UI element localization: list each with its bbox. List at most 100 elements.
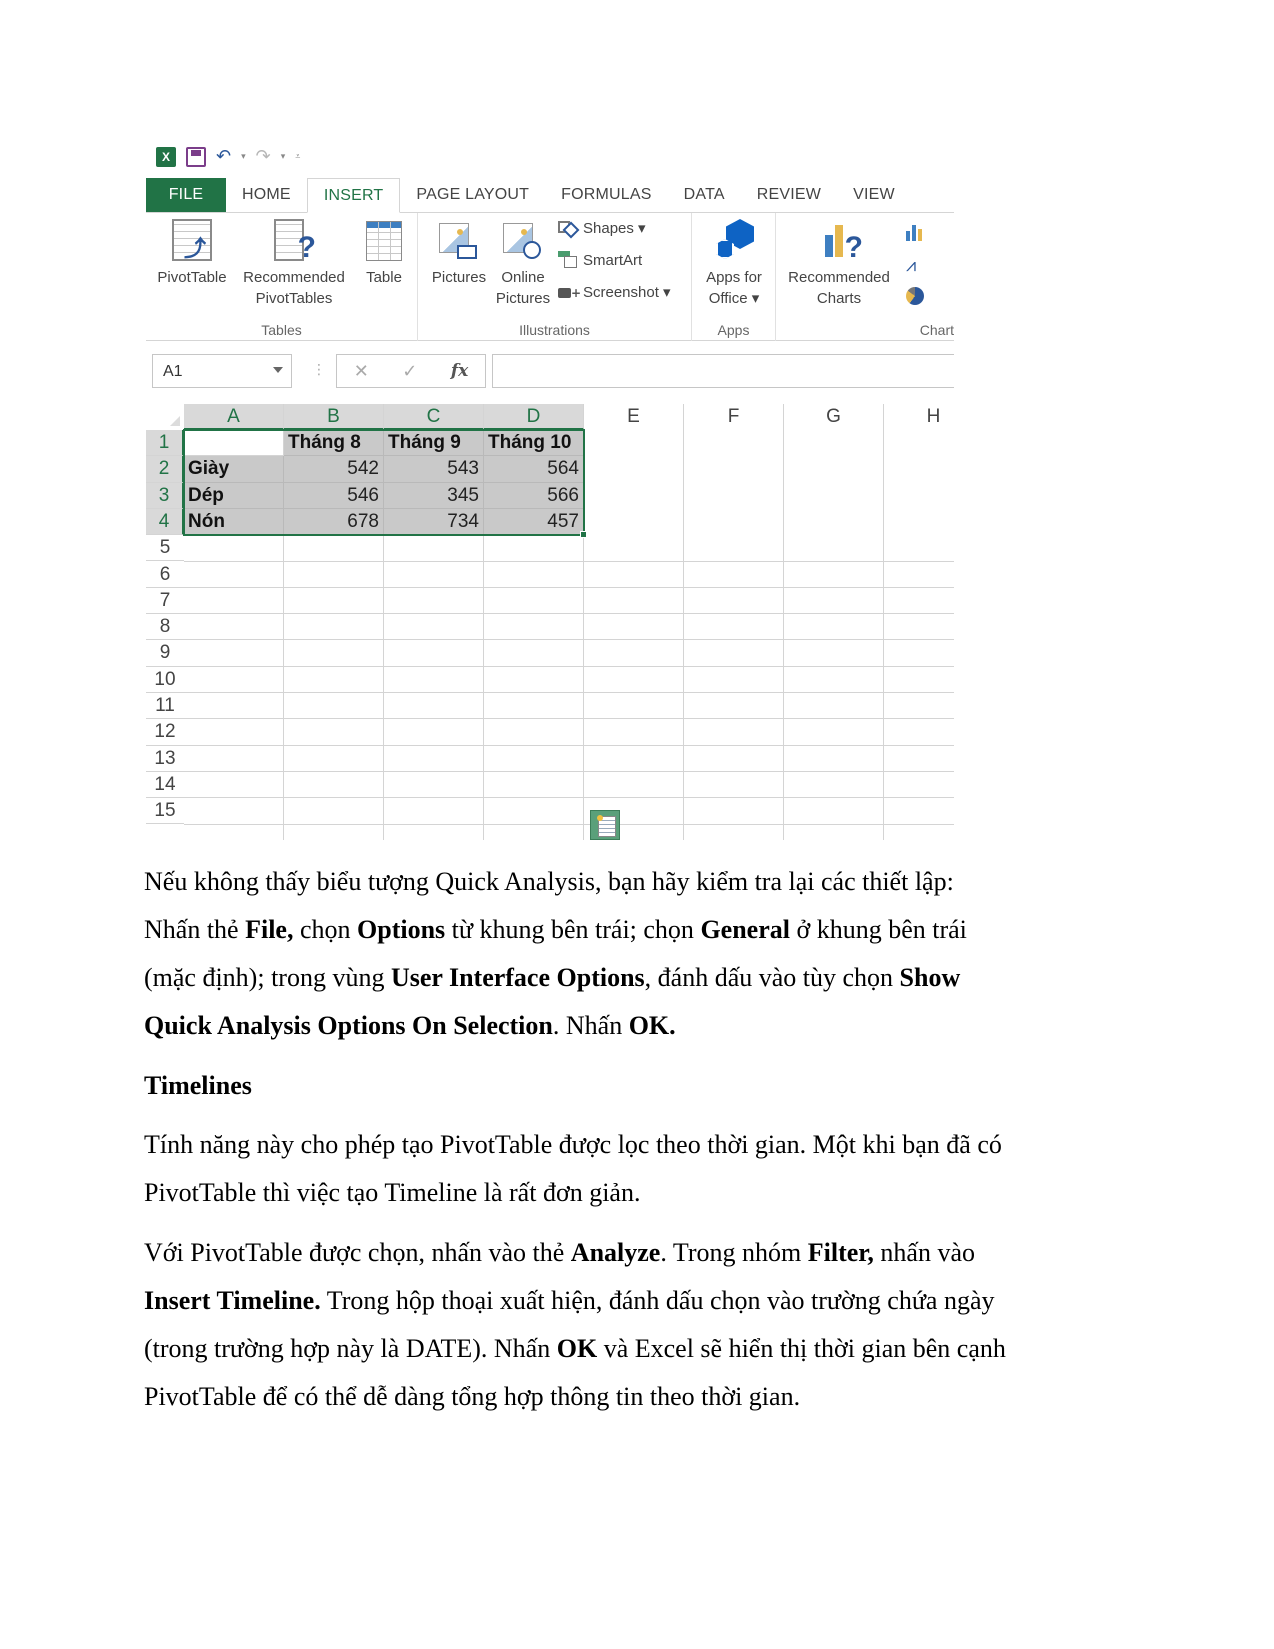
cell-c1[interactable]: Tháng 9 bbox=[384, 430, 484, 457]
row-header-13[interactable]: 13 bbox=[146, 746, 184, 772]
screenshot-button[interactable]: + Screenshot ▾ bbox=[558, 283, 671, 301]
row-header-7[interactable]: 7 bbox=[146, 588, 184, 615]
online-pictures-icon bbox=[503, 219, 543, 261]
tab-review[interactable]: REVIEW bbox=[741, 178, 837, 212]
table-button[interactable]: Table bbox=[358, 219, 410, 288]
row-header-14[interactable]: 14 bbox=[146, 772, 184, 799]
cell-b3[interactable]: 546 bbox=[284, 482, 384, 509]
row-header-12[interactable]: 12 bbox=[146, 719, 184, 746]
row-header-6[interactable]: 6 bbox=[146, 562, 184, 588]
row-header-4[interactable]: 4 bbox=[146, 508, 184, 536]
column-chart-icon[interactable] bbox=[906, 225, 926, 241]
pictures-button[interactable]: Pictures bbox=[424, 219, 494, 288]
gridline bbox=[683, 430, 684, 840]
save-icon[interactable] bbox=[186, 147, 206, 167]
text-run: . Nhấn bbox=[552, 1011, 629, 1040]
group-name-illustrations: Illustrations bbox=[519, 322, 590, 338]
column-header-c[interactable]: C bbox=[384, 404, 484, 430]
recommended-pivottables-button[interactable]: ? Recommended PivotTables bbox=[236, 219, 352, 309]
column-header-a[interactable]: A bbox=[184, 404, 284, 430]
paragraph-insert-timeline: Với PivotTable được chọn, nhấn vào thẻ A… bbox=[144, 1229, 1124, 1421]
cell-d4[interactable]: 457 bbox=[484, 508, 584, 536]
column-header-d[interactable]: D bbox=[484, 404, 584, 430]
text-run: ở khung bên trái bbox=[789, 915, 967, 944]
shapes-button[interactable]: Shapes ▾ bbox=[558, 219, 646, 239]
cell-d1[interactable]: Tháng 10 bbox=[484, 430, 584, 457]
cell-d2[interactable]: 564 bbox=[484, 456, 584, 483]
bold-run: Analyze bbox=[570, 1238, 661, 1267]
cell-b4[interactable]: 678 bbox=[284, 508, 384, 536]
quick-analysis-button[interactable] bbox=[590, 810, 620, 840]
column-header-f[interactable]: F bbox=[684, 404, 784, 430]
ribbon-group-charts-recommended: ? Recommended Charts bbox=[776, 213, 900, 341]
pivottable-button[interactable]: ⤴ PivotTable bbox=[152, 219, 232, 288]
row-header-1[interactable]: 1 bbox=[146, 430, 184, 457]
tab-insert[interactable]: INSERT bbox=[306, 178, 401, 213]
cell-d3[interactable]: 566 bbox=[484, 482, 584, 509]
tab-formulas[interactable]: FORMULAS bbox=[545, 178, 668, 212]
pivottable-icon: ⤴ bbox=[172, 219, 212, 262]
column-header-h[interactable]: H bbox=[884, 404, 954, 430]
text-run: chọn bbox=[293, 915, 358, 944]
group-name-charts: Chart bbox=[919, 322, 954, 338]
column-header-b[interactable]: B bbox=[284, 404, 384, 430]
tab-data[interactable]: DATA bbox=[668, 178, 741, 212]
column-header-g[interactable]: G bbox=[784, 404, 884, 430]
smartart-button[interactable]: SmartArt bbox=[558, 251, 642, 269]
online-pictures-button[interactable]: Online Pictures bbox=[492, 219, 554, 309]
select-all-corner[interactable] bbox=[146, 404, 184, 430]
recommended-charts-button[interactable]: ? Recommended Charts bbox=[780, 219, 898, 309]
gridline bbox=[184, 744, 954, 746]
cell-c2[interactable]: 543 bbox=[384, 456, 484, 483]
recommended-pivottables-label-2: PivotTables bbox=[255, 290, 333, 307]
tab-page-layout[interactable]: PAGE LAYOUT bbox=[400, 178, 545, 212]
customize-toolbar-icon[interactable]: ⩡ bbox=[295, 152, 300, 162]
fill-handle[interactable] bbox=[580, 531, 587, 539]
row-header-11[interactable]: 11 bbox=[146, 693, 184, 720]
spreadsheet-grid[interactable]: A B C D E F G H 1 2 3 4 5 6 7 8 9 10 11 12 13 14 15 Tháng 8 Thán… bbox=[146, 404, 954, 840]
cell-a1[interactable] bbox=[184, 430, 284, 457]
heading-timelines: Timelines bbox=[144, 1071, 252, 1100]
quick-access-toolbar: X ↶ ▾ ↷ ▾ ⩡ bbox=[156, 146, 300, 168]
row-header-5[interactable]: 5 bbox=[146, 535, 184, 562]
tab-view[interactable]: VIEW bbox=[837, 178, 911, 212]
cell-b1[interactable]: Tháng 8 bbox=[284, 430, 384, 457]
apps-for-office-button[interactable]: Apps for Office ▾ bbox=[696, 219, 772, 309]
apps-for-office-icon bbox=[714, 219, 754, 261]
row-header-10[interactable]: 10 bbox=[146, 667, 184, 693]
pie-chart-icon[interactable] bbox=[906, 287, 924, 305]
cell-b2[interactable]: 542 bbox=[284, 456, 384, 483]
name-box[interactable]: A1 bbox=[152, 354, 292, 388]
gridline bbox=[184, 692, 954, 693]
undo-dropdown-icon[interactable]: ▾ bbox=[241, 152, 246, 162]
table-icon bbox=[364, 219, 404, 261]
row-header-8[interactable]: 8 bbox=[146, 614, 184, 641]
resize-handle-icon[interactable]: ⋮ bbox=[312, 362, 326, 378]
row-header-15[interactable]: 15 bbox=[146, 798, 184, 825]
cell-a3[interactable]: Dép bbox=[184, 482, 284, 509]
row-header-2[interactable]: 2 bbox=[146, 456, 184, 483]
row-header-9[interactable]: 9 bbox=[146, 640, 184, 667]
text-run: từ khung bên trái; chọn bbox=[445, 915, 701, 944]
gridline bbox=[783, 430, 784, 840]
cell-a4[interactable]: Nón bbox=[184, 508, 284, 536]
tab-home[interactable]: HOME bbox=[226, 178, 307, 212]
cell-a2[interactable]: Giày bbox=[184, 456, 284, 483]
line-chart-icon[interactable]: ⩘ bbox=[906, 255, 916, 276]
chevron-down-icon[interactable] bbox=[273, 367, 283, 373]
insert-function-icon[interactable]: fx bbox=[451, 361, 468, 381]
column-header-e[interactable]: E bbox=[584, 404, 684, 430]
ribbon: ⤴ PivotTable ? Recommended PivotTables T… bbox=[146, 213, 954, 341]
tab-file[interactable]: FILE bbox=[146, 178, 226, 212]
gridline bbox=[184, 586, 954, 588]
undo-icon[interactable]: ↶ bbox=[216, 147, 231, 167]
recommended-pivottables-label-1: Recommended bbox=[243, 269, 345, 286]
formula-input[interactable] bbox=[492, 354, 954, 388]
cell-c3[interactable]: 345 bbox=[384, 482, 484, 509]
formula-bar: A1 ⋮ ✕ ✓ fx bbox=[146, 354, 954, 390]
shapes-label: Shapes ▾ bbox=[583, 220, 646, 237]
gridline bbox=[184, 823, 954, 825]
gridline bbox=[883, 430, 884, 840]
row-header-3[interactable]: 3 bbox=[146, 482, 184, 509]
cell-c4[interactable]: 734 bbox=[384, 508, 484, 536]
